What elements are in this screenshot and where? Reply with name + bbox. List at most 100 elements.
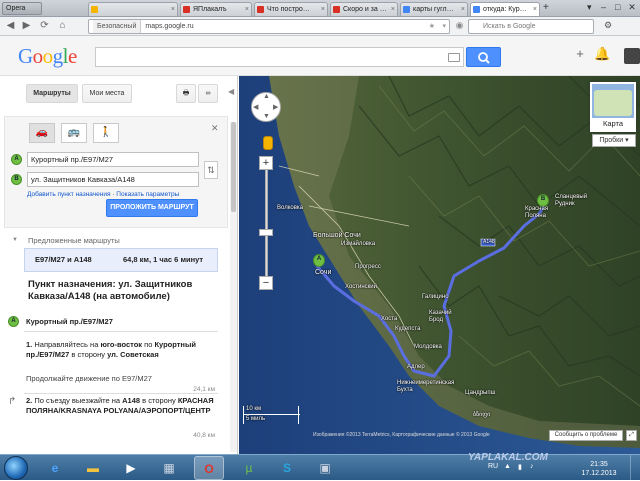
pan-right-icon[interactable]: ▶ <box>273 103 278 111</box>
security-badge[interactable]: Безопасный <box>93 20 142 33</box>
pin-a-icon[interactable]: A <box>8 316 19 327</box>
close-icon[interactable]: × <box>171 3 175 16</box>
home-icon[interactable]: ⌂ <box>56 20 69 33</box>
zoom-in-icon[interactable]: + <box>259 156 273 170</box>
show-desktop-button[interactable] <box>630 455 640 480</box>
print-icon[interactable]: 🖶 <box>176 84 196 103</box>
tab-favicon-icon <box>183 6 190 13</box>
explorer-folder-icon[interactable]: ▬ <box>78 456 108 480</box>
route-start-marker[interactable]: A <box>313 254 325 267</box>
forward-icon[interactable]: ▶ <box>20 20 33 33</box>
maps-search-input[interactable] <box>95 47 464 67</box>
tab-label: Скоро и за … <box>343 6 387 13</box>
volume-icon[interactable]: ♪ <box>530 463 534 470</box>
maps-search-button[interactable] <box>466 47 501 67</box>
skype-icon[interactable]: S <box>272 456 302 480</box>
place-label: Молдовка <box>414 344 442 350</box>
divider <box>24 393 218 394</box>
pan-left-icon[interactable]: ◀ <box>253 103 258 111</box>
dropdown-icon[interactable]: ▾ <box>442 20 446 33</box>
ie-icon[interactable]: e <box>40 456 70 480</box>
notifications-icon[interactable]: 🔔 <box>594 46 610 64</box>
map-type-thumbnail[interactable]: Карта <box>590 82 636 132</box>
engine-icon[interactable]: ◉ <box>453 20 466 33</box>
tab-routes[interactable]: Маршруты <box>26 84 78 103</box>
tab-favicon-icon <box>257 6 264 13</box>
close-window-icon[interactable]: ✕ <box>626 2 638 14</box>
tab-1[interactable]: × <box>88 2 178 16</box>
close-icon[interactable]: × <box>245 3 249 16</box>
pan-control[interactable]: ▲ ▼ ◀ ▶ <box>251 92 281 122</box>
step-number: 2. <box>26 396 33 405</box>
keyboard-icon[interactable] <box>448 53 460 62</box>
pan-up-icon[interactable]: ▲ <box>263 93 270 100</box>
share-icon[interactable]: + <box>572 46 588 64</box>
reload-icon[interactable]: ⟳ <box>38 20 51 33</box>
link-icon[interactable]: ∞ <box>198 84 218 103</box>
place-label: Большой Сочи <box>313 232 361 239</box>
language-indicator[interactable]: RU <box>488 463 498 470</box>
tab-3[interactable]: Что постро… × <box>254 2 328 16</box>
close-icon[interactable]: ✕ <box>211 123 219 134</box>
pan-down-icon[interactable]: ▼ <box>263 113 270 120</box>
network-icon[interactable]: ▮ <box>518 463 522 471</box>
zoom-slider[interactable] <box>265 170 268 276</box>
address-field[interactable]: Безопасный maps.google.ru ★ ▾ <box>88 19 450 34</box>
tab-my-places[interactable]: Мои места <box>82 84 132 103</box>
swap-icon[interactable]: ⇅ <box>204 161 218 179</box>
tab-5[interactable]: карты гугл… × <box>400 2 468 16</box>
expand-icon[interactable]: ⤢ <box>626 430 637 441</box>
show-options-link[interactable]: Показать параметры <box>116 191 179 198</box>
star-icon[interactable]: ★ <box>429 20 435 33</box>
google-logo[interactable]: Google <box>18 44 77 69</box>
back-icon[interactable]: ◀ <box>4 20 17 33</box>
new-tab-icon[interactable]: + <box>543 2 549 14</box>
media-icon[interactable]: ▶ <box>116 456 146 480</box>
direction-step-2[interactable]: 2. По съезду выезжайте на A148 в сторону… <box>26 396 218 416</box>
place-label: Сланцевый Рудник <box>555 194 588 207</box>
destination-field[interactable]: ул. Защитников Кавказа/A148 <box>27 172 199 187</box>
browser-search-input[interactable]: Искать в Google <box>468 19 594 34</box>
close-icon[interactable]: × <box>321 3 325 16</box>
close-icon[interactable]: × <box>391 3 395 16</box>
tab-2[interactable]: ЯПлакалъ × <box>180 2 252 16</box>
add-destination-link[interactable]: Добавить пункт назначения <box>27 191 111 198</box>
zoom-slider-handle[interactable] <box>259 229 273 236</box>
direction-step-1[interactable]: 1. Направляйтесь на юго-восток по Курорт… <box>26 340 218 360</box>
opera-taskbar-icon[interactable]: O <box>194 456 224 480</box>
floppy-icon[interactable]: ▣ <box>310 456 340 480</box>
app-icon[interactable]: ▦ <box>154 456 184 480</box>
tab-6-active[interactable]: откуда: Кур… × <box>470 2 540 16</box>
walk-mode-icon[interactable]: 🚶 <box>93 123 119 143</box>
tab-favicon-icon <box>403 6 410 13</box>
tab-list-icon[interactable]: ▾ <box>583 2 595 14</box>
start-button[interactable] <box>4 456 28 480</box>
panel-scrollbar[interactable] <box>230 122 237 452</box>
utorrent-icon[interactable]: µ <box>234 456 264 480</box>
minimize-icon[interactable]: – <box>598 2 610 14</box>
tab-4[interactable]: Скоро и за … × <box>330 2 398 16</box>
maximize-icon[interactable]: □ <box>612 2 624 14</box>
close-icon[interactable]: × <box>461 3 465 16</box>
clock[interactable]: 21:35 17.12.2013 <box>574 460 624 478</box>
car-mode-icon[interactable]: 🚗 <box>29 123 55 143</box>
origin-field[interactable]: Курортный пр./E97/M27 <box>27 152 199 167</box>
opera-menu-button[interactable]: Opera <box>2 2 42 15</box>
collapse-panel-icon[interactable]: ◀ <box>228 87 234 96</box>
tray-arrow-icon[interactable]: ▲ <box>504 463 511 470</box>
report-problem-button[interactable]: Сообщить о проблеме <box>549 430 623 441</box>
map-view[interactable]: A B Волковка Большой Сочи Сочи Измайловк… <box>239 76 640 454</box>
place-label: Цандрыпш <box>465 390 496 396</box>
tools-icon[interactable]: ⚙ <box>600 20 616 33</box>
traffic-button[interactable]: Пробки ▾ <box>592 134 636 147</box>
clock-time: 21:35 <box>590 461 608 468</box>
route-option[interactable]: E97/M27 и A148 64,8 км, 1 час 6 минут <box>24 248 218 272</box>
get-directions-button[interactable]: ПРОЛОЖИТЬ МАРШРУТ <box>106 199 198 217</box>
transit-mode-icon[interactable]: 🚌 <box>61 123 87 143</box>
zoom-out-icon[interactable]: − <box>259 276 273 290</box>
step-text: A148 <box>122 396 141 405</box>
street-view-pegman-icon[interactable] <box>263 136 273 150</box>
scrollbar-thumb[interactable] <box>231 122 236 212</box>
avatar[interactable] <box>624 48 640 64</box>
close-icon[interactable]: × <box>533 3 537 16</box>
